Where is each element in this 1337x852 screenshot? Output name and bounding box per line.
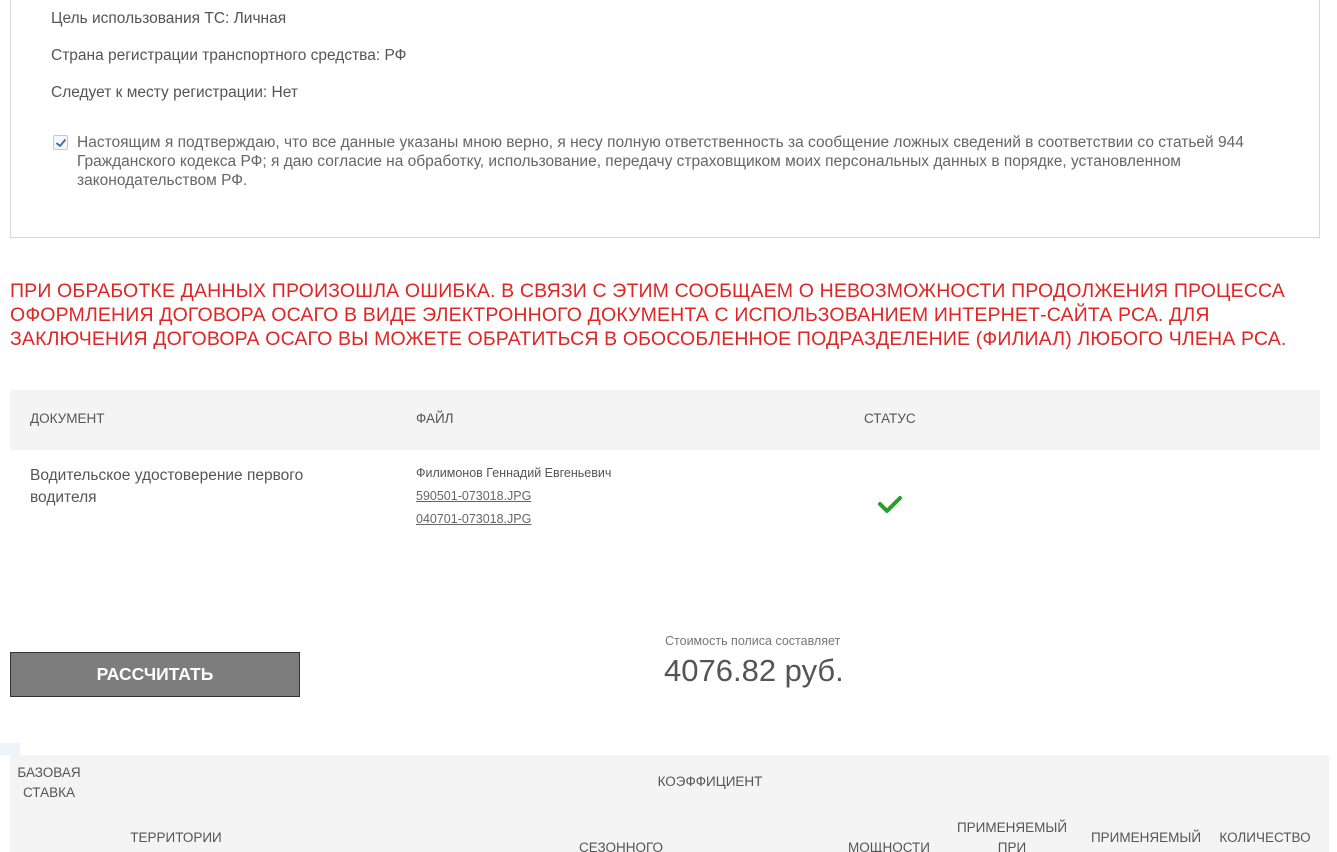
osago-summary-panel: Цель использования ТС: Личная Страна рег…	[10, 0, 1320, 238]
header-document: ДОКУМЕНТ	[30, 411, 105, 426]
calculate-button[interactable]: РАССЧИТАТЬ	[10, 652, 300, 697]
header-applied-when: ПРИМЕНЯЕМЫЙ ПРИ	[956, 820, 1068, 852]
file-link[interactable]: 040701-073018.JPG	[416, 512, 531, 526]
consent-label: Настоящим я подтверждаю, что все данные …	[77, 134, 1244, 189]
file-owner-name: Филимонов Геннадий Евгеньевич	[416, 466, 612, 480]
usage-purpose-text: Цель использования ТС: Личная	[51, 10, 287, 27]
check-icon	[877, 494, 903, 519]
header-territory: ТЕРРИТОРИИ	[130, 830, 222, 845]
header-file: ФАЙЛ	[416, 411, 454, 426]
header-applied: ПРИМЕНЯЕМЫЙ	[1090, 830, 1202, 845]
header-coefficient: КОЭФФИЦИЕНТ	[657, 774, 763, 789]
price-value: 4076.82 руб.	[664, 653, 844, 688]
document-name: Водительское удостоверение первого водит…	[30, 467, 304, 506]
consent-block: Настоящим я подтверждаю, что все данные …	[53, 133, 1283, 190]
header-power: МОЩНОСТИ	[848, 840, 930, 852]
registration-country-text: Страна регистрации транспортного средств…	[51, 47, 407, 64]
header-status: СТАТУС	[864, 411, 916, 426]
price-label: Стоимость полиса составляет	[665, 634, 841, 648]
coefficient-table-header: БАЗОВАЯ СТАВКА КОЭФФИЦИЕНТ ТЕРРИТОРИИ СЕ…	[10, 755, 1329, 852]
header-count: КОЛИЧЕСТВО	[1219, 830, 1311, 845]
header-base-rate: БАЗОВАЯ СТАВКА	[17, 765, 81, 800]
checkmark-icon	[56, 139, 66, 147]
file-link[interactable]: 590501-073018.JPG	[416, 489, 531, 503]
error-message: ПРИ ОБРАБОТКЕ ДАННЫХ ПРОИЗОШЛА ОШИБКА. В…	[10, 280, 1287, 350]
header-seasonal: СЕЗОННОГО	[578, 840, 663, 852]
follows-to-registration-text: Следует к месту регистрации: Нет	[51, 84, 298, 101]
documents-table-header: ДОКУМЕНТ ФАЙЛ СТАТУС	[10, 390, 1320, 450]
consent-checkbox[interactable]	[53, 135, 68, 150]
decorative-accent	[0, 743, 20, 755]
